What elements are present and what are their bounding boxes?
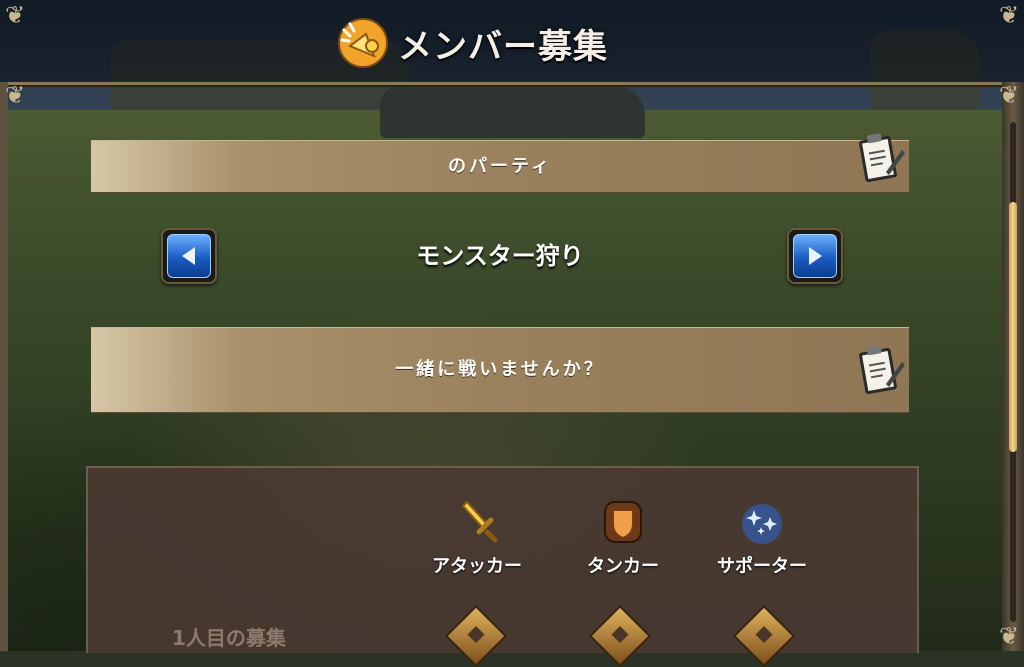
party-name-text: のパーティ [448,156,552,177]
tank-count-selector[interactable] [588,604,652,667]
role-tank: タンカー [558,498,688,578]
rock-cliff [380,86,645,138]
frame-corner-ornament: ❦ [998,81,1020,109]
party-name-field[interactable]: のパーティ [91,140,909,193]
role-supporter: サポーター [697,498,827,578]
member-slot-label: 1人目の募集 [172,626,286,650]
slot-marker [755,626,773,644]
prev-activity-button[interactable] [161,228,217,284]
role-tank-label: タンカー [587,556,659,577]
activity-label: モンスター狩り [416,242,584,270]
scrollbar[interactable] [1002,82,1024,651]
megaphone-icon [336,16,390,70]
frame-corner-ornament: ❦ [998,1,1020,29]
role-attacker-label: アタッカー [432,556,522,577]
recruit-message-field[interactable]: 一緒に戦いませんか？ [91,327,909,413]
page-title-group: メンバー募集 [336,16,608,70]
slot-marker [611,626,629,644]
recruit-message-text: 一緒に戦いませんか？ [395,359,605,380]
role-supporter-label: サポーター [717,556,807,577]
role-attacker: アタッカー [412,498,542,578]
scrollbar-thumb[interactable] [1009,202,1017,452]
frame-left [0,82,8,651]
attacker-count-selector[interactable] [444,604,508,667]
sword-icon [453,498,501,546]
frame-corner-ornament: ❦ [998,622,1020,650]
frame-corner-ornament: ❦ [4,81,26,109]
slot-marker [467,626,485,644]
clipboard-edit-icon[interactable] [856,342,906,398]
supporter-count-selector[interactable] [732,604,796,667]
role-recruit-panel: アタッカー タンカー サポーター 1人目の募集 [86,466,919,667]
arrow-right-icon [793,234,837,278]
arrow-left-icon [167,234,211,278]
page-title: メンバー募集 [398,26,608,67]
clipboard-edit-icon[interactable] [856,130,906,186]
frame-corner-ornament: ❦ [4,1,26,29]
next-activity-button[interactable] [787,228,843,284]
sparkle-icon [738,498,786,546]
shield-icon [599,498,647,546]
